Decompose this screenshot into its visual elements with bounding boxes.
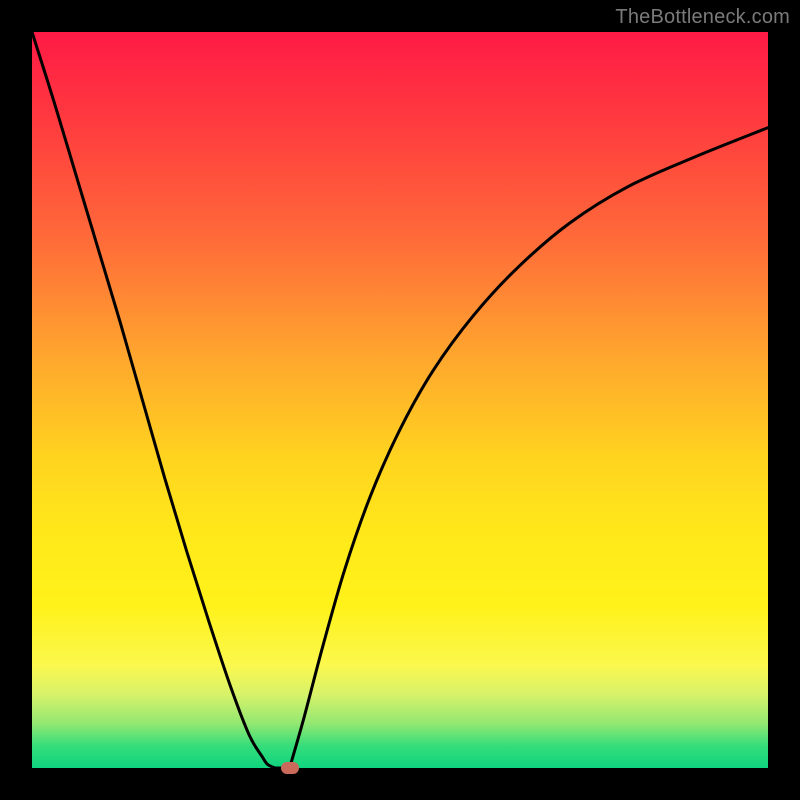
minimum-marker: [281, 762, 299, 774]
watermark-text: TheBottleneck.com: [615, 6, 790, 29]
bottleneck-curve: [32, 32, 768, 768]
chart-stage: TheBottleneck.com: [0, 0, 800, 800]
plot-area: [32, 32, 768, 768]
